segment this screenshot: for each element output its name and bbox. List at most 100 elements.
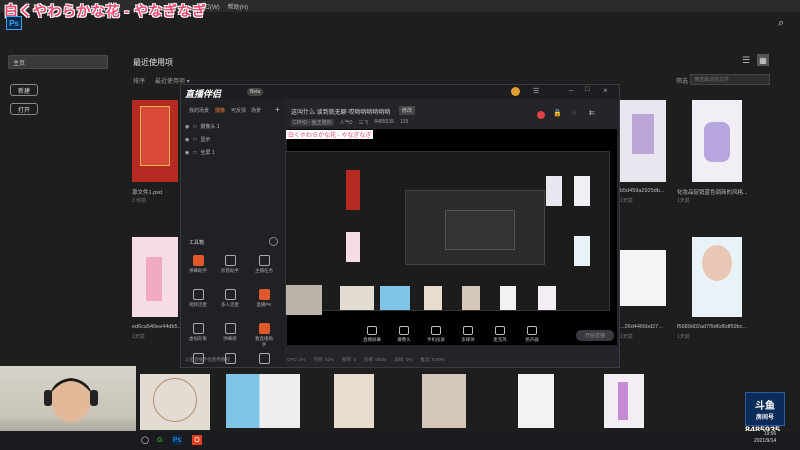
task-icon [258,255,270,266]
tutorial-link[interactable]: 斗鱼直播伴侣使用教程 [185,357,230,363]
multi-link-tool[interactable]: 多人连麦 [219,289,241,308]
office-icon[interactable]: O [192,435,202,445]
lock-icon[interactable]: 🔒 [553,109,562,117]
file-name: b5d459a2925db... [620,188,665,194]
tool-label: 麦克风 [493,336,507,342]
file-thumbnail[interactable] [334,374,374,428]
sort-label: 排序 [133,79,146,85]
watch-helper-tool[interactable]: 看直播助手 [253,323,275,348]
edge-icon[interactable]: ◯ [140,435,150,445]
menu-icon[interactable]: ☰ [533,87,539,95]
date: 2021/9/14 [754,438,777,444]
tab-my-scenes[interactable]: 我的场景 [189,107,209,114]
bell-icon[interactable]: ♢ [571,109,577,117]
room-admin-tool[interactable]: 房管助手 [219,255,241,274]
record-icon[interactable] [537,111,545,119]
list-view-icon[interactable]: ☰ [742,55,752,65]
douyu-room-label: 房间号 [755,415,774,421]
share-icon[interactable]: ⇇ [589,109,595,117]
filter-input[interactable] [690,74,770,85]
toolbox-settings-icon[interactable] [269,237,278,246]
screen-capture-button[interactable]: 直播屏幕 [358,325,386,343]
time: 19:56 [763,431,777,437]
photoshop-taskbar-icon[interactable]: Ps [172,435,182,445]
file-thumbnail[interactable] [140,374,210,430]
tab-camera[interactable]: 摄像 [215,107,225,114]
nested-preview-window [445,210,515,250]
source-label: 显示 [200,137,211,143]
tab-feedback[interactable]: 可反馈 [231,107,246,114]
file-thumbnail[interactable] [518,374,554,428]
camera-button[interactable]: 摄像头 [390,325,418,343]
file-name: ed6ca540ee44db5... [132,324,180,330]
more-tool[interactable] [253,353,275,366]
eye-icon[interactable]: ◉ [185,137,189,143]
file-thumbnail[interactable] [226,374,300,428]
nested-thumbnail [346,170,360,210]
lock-icon[interactable]: □ [193,124,196,130]
file-date: 1天前 [677,334,690,340]
avatar-tool[interactable]: 虚拟形象 [187,323,209,342]
nested-thumbnail [346,232,360,262]
tool-label: 弹幕姬 [223,336,237,341]
grid-view-icon[interactable]: ▦ [757,54,769,66]
start-live-button[interactable]: 开始直播 [576,330,614,341]
tab-scene[interactable]: 场景 [251,107,261,114]
taskbar [0,431,800,450]
add-scene-icon[interactable]: + [275,105,280,114]
eye-icon[interactable]: ◉ [185,124,189,130]
media-button[interactable]: 多媒体 [454,325,482,343]
maximize-icon[interactable]: □ [585,86,589,93]
bitrate-status: 码率: 0kb/s [364,357,387,362]
host-name: 三飞 [358,120,369,126]
pk-icon [258,289,270,300]
avatar-icon [192,323,204,334]
file-thumbnail[interactable] [132,100,178,182]
chrome-icon[interactable]: G [155,435,165,445]
danmu-assistant-tool[interactable]: 弹幕助手 [187,255,209,274]
source-row[interactable]: ◉ □ 全屏 1 [185,149,215,157]
tool-label: 直播PK [256,302,272,307]
source-row[interactable]: ◉ □ 摄像头 1 [185,123,220,131]
status-bar: CPU: 4% 内存: 42% 帧率: 0 码率: 0kb/s 丢帧: 0% 推… [287,357,617,363]
file-thumbnail[interactable] [692,237,742,317]
file-thumbnail[interactable] [692,100,742,182]
close-icon[interactable]: × [603,86,608,95]
tool-label: 扬声器 [525,336,539,342]
edit-title-button[interactable]: 修改 [399,106,416,115]
file-thumbnail[interactable] [604,374,644,428]
person-icon [224,255,236,266]
nested-thumbnail [380,286,410,310]
file-thumbnail[interactable] [422,374,466,428]
streaming-app-header: 直播伴侣 Beta ☰ – □ × [181,85,619,99]
speaker-button[interactable]: 扬声器 [518,325,546,343]
file-date: 1天前 [132,334,145,340]
lock-icon[interactable]: □ [193,137,196,143]
home-nav-item[interactable]: 主页 [8,55,108,69]
video-icon [192,289,204,300]
file-thumbnail[interactable] [620,100,666,182]
new-button[interactable]: 新建 [10,84,38,96]
open-button[interactable]: 打开 [10,103,38,115]
microphone-button[interactable]: 麦克风 [486,325,514,343]
source-label: 摄像头 1 [200,124,220,130]
file-thumbnail[interactable] [620,250,666,306]
host-task-tool[interactable]: 主播任务 [253,255,275,274]
minimize-icon[interactable]: – [569,86,573,95]
menu-help[interactable]: 帮助(H) [228,2,248,11]
source-row[interactable]: ◉ □ 显示 [185,136,211,144]
video-link-tool[interactable]: 视频连麦 [187,289,209,308]
file-thumbnail[interactable] [132,237,178,317]
douyu-logo: 斗鱼 房间号 [745,392,785,426]
danmu-ji-tool[interactable]: 弹幕姬 [219,323,241,342]
lock-icon[interactable]: □ [193,150,196,156]
avatar[interactable] [511,87,520,96]
category-tag[interactable]: CPHD - 鱼王陪你 [291,119,334,126]
nested-webcam [286,285,322,315]
phone-cast-button[interactable]: 手机投屏 [422,325,450,343]
search-icon[interactable]: ⌕ [778,17,790,29]
live-pk-tool[interactable]: 直播PK [253,289,275,308]
eye-icon[interactable]: ◉ [185,150,189,156]
douyu-logo-text: 斗鱼 [755,401,775,412]
tool-label: 虚拟形象 [189,336,207,341]
